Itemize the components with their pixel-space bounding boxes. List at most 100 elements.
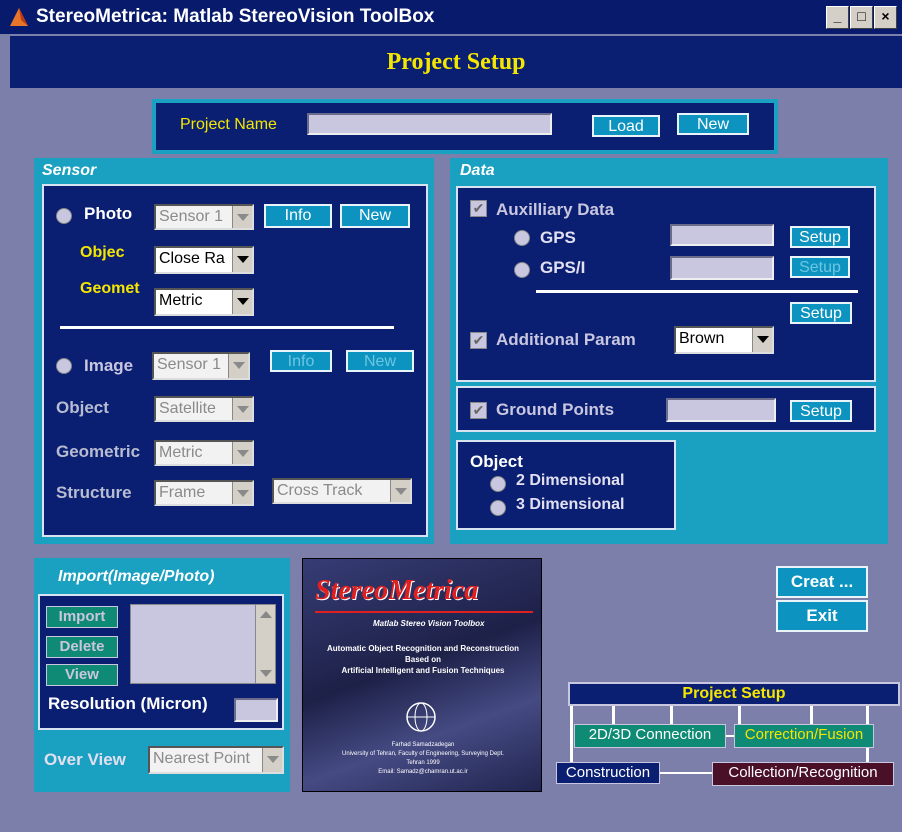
image-geometric-select[interactable]: Metric <box>154 440 254 466</box>
object-3d-radio[interactable] <box>490 500 506 516</box>
photo-label: Photo <box>84 204 133 223</box>
object-2d-label: 2 Dimensional <box>516 472 625 489</box>
logo-line-1: Automatic Object Recognition and Reconst… <box>326 644 519 653</box>
diagram-collection-box: Collection/Recognition <box>712 762 894 786</box>
logo-foot-2: University of Tehran, Faculty of Enginee… <box>342 751 504 757</box>
page-title: Project Setup <box>10 36 902 88</box>
data-title: Data <box>460 162 495 179</box>
diagram-title: Project Setup <box>568 682 900 706</box>
aux-setup-button[interactable]: Setup <box>790 302 852 324</box>
image-object-select[interactable]: Satellite <box>154 396 254 422</box>
image-structure-select[interactable]: Frame <box>154 480 254 506</box>
import-panel: Import(Image/Photo) Import Delete View R… <box>34 558 290 792</box>
image-structure-label: Structure <box>56 483 132 502</box>
resolution-input[interactable] <box>234 698 278 722</box>
photo-object-value: Close Ra <box>159 250 225 267</box>
photo-geometric-label: Geomet <box>80 280 140 297</box>
view-button[interactable]: View <box>46 664 118 686</box>
gps-input[interactable] <box>670 224 774 246</box>
image-radio[interactable] <box>56 358 72 374</box>
data-divider <box>536 290 858 293</box>
logo-rule <box>315 611 533 613</box>
photo-new-button[interactable]: New <box>340 204 410 228</box>
ground-points-label: Ground Points <box>496 400 615 419</box>
add-param-select[interactable]: Brown <box>674 326 774 354</box>
image-track-value: Cross Track <box>277 482 363 499</box>
load-button[interactable]: Load <box>592 115 660 137</box>
image-sensor-value: Sensor 1 <box>157 356 222 373</box>
gpsi-setup-button[interactable]: Setup <box>790 256 850 278</box>
overview-label: Over View <box>44 750 126 769</box>
logo-subtitle: Matlab Stereo Vision Toolbox <box>373 619 485 628</box>
add-param-value: Brown <box>679 330 725 347</box>
image-structure-value: Frame <box>159 484 206 501</box>
logo-foot-3: Tehran 1999 <box>406 760 440 766</box>
create-button[interactable]: Creat ... <box>776 566 868 598</box>
scroll-up-icon[interactable] <box>260 611 272 618</box>
overview-value: Nearest Point <box>153 750 250 767</box>
photo-geometric-select[interactable]: Metric <box>154 288 254 316</box>
diagram-link-2 <box>660 772 712 774</box>
new-project-button[interactable]: New <box>677 113 749 135</box>
gpsi-input[interactable] <box>670 256 774 280</box>
overview-select[interactable]: Nearest Point <box>148 746 284 774</box>
image-label: Image <box>84 356 134 375</box>
gps-setup-button[interactable]: Setup <box>790 226 850 248</box>
photo-geometric-value: Metric <box>159 292 203 309</box>
object-title: Object <box>470 452 523 471</box>
gps-label: GPS <box>540 228 576 247</box>
photo-radio[interactable] <box>56 208 72 224</box>
add-param-label: Additional Param <box>496 330 636 349</box>
file-listbox[interactable] <box>130 604 276 684</box>
object-3d-label: 3 Dimensional <box>516 496 625 513</box>
sensor-panel: Sensor Photo Sensor 1 Info New Objec Clo… <box>34 158 434 544</box>
exit-button[interactable]: Exit <box>776 600 868 632</box>
ground-points-checkbox[interactable]: ✔ <box>470 402 487 419</box>
logo-foot-1: Farhad Samadzadegan <box>391 742 455 748</box>
listbox-scrollbar[interactable] <box>255 605 275 683</box>
sensor-divider <box>60 326 394 329</box>
image-geometric-label: Geometric <box>56 442 141 461</box>
diagram-connector-1 <box>570 706 573 768</box>
gpsi-radio[interactable] <box>514 262 530 278</box>
logo-footer: Farhad Samadzadegan University of Tehran… <box>307 741 539 777</box>
ground-points-input[interactable] <box>666 398 776 422</box>
close-button[interactable]: × <box>874 6 897 29</box>
diagram-construction-box: Construction <box>556 762 660 784</box>
image-object-label: Object <box>56 398 109 417</box>
add-param-checkbox[interactable]: ✔ <box>470 332 487 349</box>
matlab-logo-icon <box>10 8 28 26</box>
image-new-button[interactable]: New <box>346 350 414 372</box>
logo-description: Automatic Object Recognition and Reconst… <box>311 643 535 676</box>
photo-info-button[interactable]: Info <box>264 204 332 228</box>
import-title: Import(Image/Photo) <box>58 568 215 585</box>
aux-label: Auxilliary Data <box>496 200 615 219</box>
sensor-title: Sensor <box>42 162 97 179</box>
photo-object-label: Objec <box>80 244 125 261</box>
project-name-label: Project Name <box>180 116 277 133</box>
image-track-select[interactable]: Cross Track <box>272 478 412 504</box>
image-info-button[interactable]: Info <box>270 350 332 372</box>
image-sensor-select[interactable]: Sensor 1 <box>152 352 250 380</box>
ground-points-setup-button[interactable]: Setup <box>790 400 852 422</box>
minimize-button[interactable]: _ <box>826 6 849 29</box>
photo-sensor-value: Sensor 1 <box>159 208 224 225</box>
logo-title: StereoMetrica <box>315 575 479 606</box>
photo-sensor-select[interactable]: Sensor 1 <box>154 204 254 230</box>
data-panel: Data ✔ Auxilliary Data GPS Setup GPS/I S… <box>450 158 888 544</box>
project-name-panel: Project Name Load New <box>152 99 778 154</box>
project-name-input[interactable] <box>307 113 552 135</box>
maximize-button[interactable]: □ <box>850 6 873 29</box>
image-object-value: Satellite <box>159 400 216 417</box>
object-2d-radio[interactable] <box>490 476 506 492</box>
diagram-link-1 <box>726 735 734 737</box>
window-title-bar[interactable]: StereoMetrica: Matlab StereoVision ToolB… <box>0 0 902 34</box>
scroll-down-icon[interactable] <box>260 670 272 677</box>
aux-checkbox[interactable]: ✔ <box>470 200 487 217</box>
photo-object-select[interactable]: Close Ra <box>154 246 254 274</box>
stereometrica-logo: StereoMetrica Matlab Stereo Vision Toolb… <box>302 558 542 792</box>
globe-icon <box>406 702 436 732</box>
delete-button[interactable]: Delete <box>46 636 118 658</box>
import-button[interactable]: Import <box>46 606 118 628</box>
gps-radio[interactable] <box>514 230 530 246</box>
